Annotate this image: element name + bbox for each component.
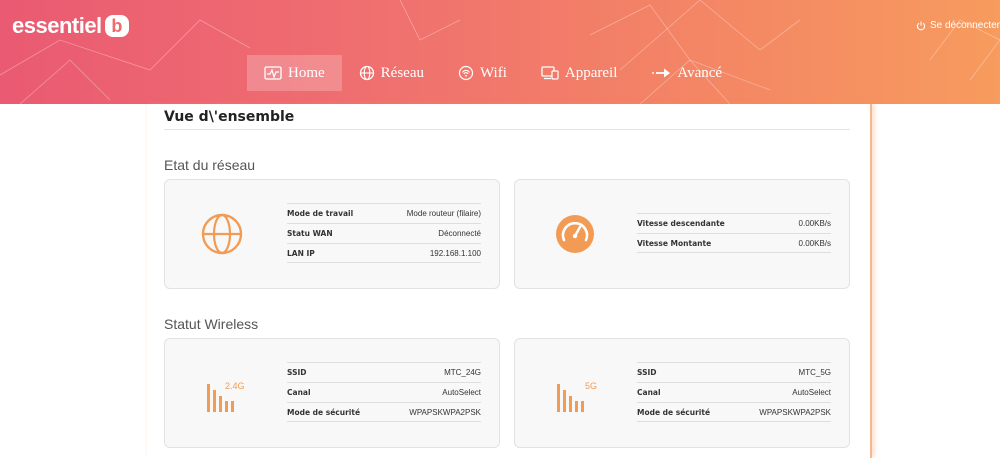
work-mode-value: Mode routeur (filaire) <box>406 209 481 218</box>
wireless-info-table-2g: SSID MTC_24G Canal AutoSelect Mode de sé… <box>287 362 481 422</box>
channel-value: AutoSelect <box>792 388 831 397</box>
info-row-download: Vitesse descendante 0.00KB/s <box>637 213 831 233</box>
info-row-security: Mode de sécurité WPAPSKWPA2PSK <box>287 402 481 422</box>
channel-label: Canal <box>287 388 311 397</box>
info-row-security: Mode de sécurité WPAPSKWPA2PSK <box>637 402 831 422</box>
work-mode-label: Mode de travail <box>287 209 354 218</box>
main-nav: Home Réseau Wifi Appareil Avancé <box>247 55 739 91</box>
info-row-ssid: SSID MTC_5G <box>637 362 831 382</box>
upload-label: Vitesse Montante <box>637 238 712 248</box>
band-label-2g: 2.4G <box>225 381 245 391</box>
security-value: WPAPSKWPA2PSK <box>759 407 831 417</box>
speed-card: Vitesse descendante 0.00KB/s Vitesse Mon… <box>514 179 850 289</box>
brand-logo[interactable]: essentiel b <box>12 13 129 39</box>
monitor-pulse-icon <box>264 66 282 80</box>
ssid-value: MTC_24G <box>444 368 481 377</box>
info-row-ssid: SSID MTC_24G <box>287 362 481 382</box>
power-icon <box>916 21 926 30</box>
speedometer-icon <box>556 215 594 253</box>
download-value: 0.00KB/s <box>798 219 831 228</box>
logo-text: essentiel <box>12 13 102 38</box>
nav-reseau[interactable]: Réseau <box>342 55 441 91</box>
lan-ip-value: 192.168.1.100 <box>429 248 481 258</box>
nav-appareil-label: Appareil <box>564 64 618 81</box>
main-panel: Vue d\'ensemble Etat du réseau Mode de t… <box>147 104 872 458</box>
channel-label: Canal <box>637 388 661 397</box>
ssid-value: MTC_5G <box>798 368 831 377</box>
lan-ip-label: LAN IP <box>287 248 315 258</box>
connection-info-table: Mode de travail Mode routeur (filaire) S… <box>287 203 481 263</box>
wan-status-label: Statu WAN <box>287 229 333 238</box>
nav-appareil[interactable]: Appareil <box>524 55 634 91</box>
network-status-title: Etat du réseau <box>164 157 256 173</box>
wan-status-value: Déconnecté <box>438 229 481 238</box>
wireless-card-2g: 2.4G SSID MTC_24G Canal AutoSelect Mode … <box>164 338 500 448</box>
nav-home-label: Home <box>288 64 325 81</box>
page-title: Vue d\'ensemble <box>164 109 295 125</box>
download-label: Vitesse descendante <box>637 219 725 228</box>
info-row-upload: Vitesse Montante 0.00KB/s <box>637 233 831 253</box>
security-label: Mode de sécurité <box>637 407 711 417</box>
header-banner: essentiel b Se déconnecter Home Réseau W… <box>0 0 1000 104</box>
nav-reseau-label: Réseau <box>380 64 424 81</box>
info-row-channel: Canal AutoSelect <box>287 382 481 402</box>
speed-info-table: Vitesse descendante 0.00KB/s Vitesse Mon… <box>637 213 831 253</box>
nav-wifi[interactable]: Wifi <box>441 55 524 91</box>
nav-avance[interactable]: Avancé <box>634 55 739 91</box>
logout-button[interactable]: Se déconnecter <box>916 20 1000 31</box>
globe-icon <box>359 65 374 81</box>
info-row-wan-status: Statu WAN Déconnecté <box>287 223 481 243</box>
wireless-status-title: Statut Wireless <box>164 316 259 332</box>
channel-value: AutoSelect <box>442 388 481 397</box>
nav-home[interactable]: Home <box>247 55 342 91</box>
nav-avance-label: Avancé <box>677 64 723 81</box>
security-value: WPAPSKWPA2PSK <box>409 407 481 417</box>
logo-mark: b <box>104 15 129 37</box>
wireless-card-5g: 5G SSID MTC_5G Canal AutoSelect Mode de … <box>514 338 850 448</box>
globe-icon <box>201 213 243 255</box>
logout-label: Se déconnecter <box>929 20 1000 31</box>
arrow-right-icon <box>652 68 671 78</box>
band-label-5g: 5G <box>585 381 598 391</box>
wireless-info-table-5g: SSID MTC_5G Canal AutoSelect Mode de séc… <box>637 362 831 422</box>
connection-card: Mode de travail Mode routeur (filaire) S… <box>164 179 500 289</box>
nav-wifi-label: Wifi <box>480 64 507 81</box>
wifi-icon <box>458 65 474 81</box>
ssid-label: SSID <box>637 368 657 377</box>
ssid-label: SSID <box>287 368 307 377</box>
security-label: Mode de sécurité <box>287 407 361 417</box>
info-row-lan-ip: LAN IP 192.168.1.100 <box>287 243 481 263</box>
devices-icon <box>541 66 559 80</box>
info-row-channel: Canal AutoSelect <box>637 382 831 402</box>
info-row-work-mode: Mode de travail Mode routeur (filaire) <box>287 203 481 223</box>
upload-value: 0.00KB/s <box>798 238 831 248</box>
title-divider <box>164 129 850 130</box>
